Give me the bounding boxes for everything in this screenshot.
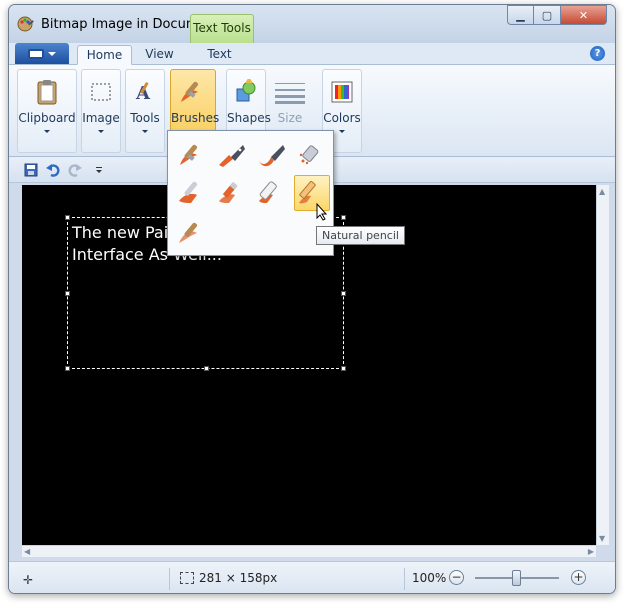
clipboard-icon [31, 76, 63, 108]
resize-handle[interactable] [341, 215, 346, 220]
save-icon [24, 163, 38, 177]
help-button[interactable]: ? [590, 46, 605, 61]
resize-handle[interactable] [65, 366, 70, 371]
brush-option-watercolor[interactable] [174, 215, 210, 251]
chevron-down-icon [98, 130, 104, 133]
maximize-button[interactable]: ▢ [534, 5, 561, 25]
vertical-scrollbar[interactable]: ▲ ▼ [596, 185, 609, 545]
brush-icon [177, 76, 209, 108]
redo-icon [68, 164, 82, 177]
canvas-text-line-1: The new Pai [72, 223, 169, 242]
brush-option-crayon[interactable] [214, 175, 250, 211]
chevron-down-icon [96, 167, 102, 173]
paint-menu-icon [28, 48, 44, 59]
status-bar: ✛ 281 × 158px 100% − + [9, 561, 615, 593]
chevron-down-icon [339, 130, 345, 133]
window-controls: ▁ ▢ ✕ [507, 5, 607, 25]
close-button[interactable]: ✕ [561, 5, 607, 25]
mouse-cursor-icon [316, 203, 328, 221]
undo-button[interactable] [45, 162, 61, 178]
selection-size: 281 × 158px [199, 571, 278, 585]
horizontal-scrollbar[interactable]: ◀ ▶ [22, 545, 596, 557]
cursor-position-icon: ✛ [23, 573, 34, 587]
zoom-slider-thumb[interactable] [512, 570, 521, 586]
calligraphy-pen-icon [259, 145, 285, 167]
brush-option-brush[interactable] [174, 137, 210, 173]
minimize-button[interactable]: ▁ [507, 5, 534, 25]
save-button[interactable] [23, 162, 39, 178]
image-label: Image [82, 111, 120, 125]
shapes-label: Shapes [227, 111, 271, 125]
clipboard-label: Clipboard [18, 111, 76, 125]
crayon-icon [219, 182, 238, 203]
brush-option-marker[interactable] [254, 175, 290, 211]
resize-handle[interactable] [341, 366, 346, 371]
chevron-down-icon [48, 51, 56, 56]
image-button[interactable]: Image [81, 69, 121, 153]
resize-handle[interactable] [341, 291, 346, 296]
resize-handle[interactable] [204, 366, 209, 371]
text-tool-icon: A [129, 76, 161, 108]
brushes-dropdown [167, 130, 334, 256]
watercolor-brush-icon [179, 222, 198, 243]
brush-option-calligraphy-2[interactable] [254, 137, 290, 173]
ribbon-tab-row: Home View Text ? [9, 43, 615, 65]
tools-label: Tools [130, 111, 160, 125]
resize-handle[interactable] [65, 215, 70, 220]
colors-label: Colors [323, 111, 361, 125]
tab-text[interactable]: Text [197, 45, 242, 65]
line-size-icon [274, 76, 306, 108]
marker-icon [259, 181, 277, 203]
title-bar: Bitmap Image in Docume... Text Tools ▁ ▢… [9, 5, 615, 43]
select-icon [85, 76, 117, 108]
brush-option-oil[interactable] [174, 175, 210, 211]
oil-brush-icon [179, 181, 198, 203]
paint-app-icon[interactable] [17, 15, 35, 33]
zoom-in-button[interactable]: + [571, 570, 586, 585]
customize-toolbar-button[interactable] [91, 162, 107, 178]
tab-view[interactable]: View [137, 45, 182, 65]
shapes-icon [230, 76, 262, 108]
chevron-down-icon [142, 130, 148, 133]
scroll-up-icon[interactable]: ▲ [599, 187, 605, 196]
chevron-down-icon [44, 130, 50, 133]
redo-button[interactable] [67, 162, 83, 178]
brush-option-calligraphy-1[interactable] [214, 137, 250, 173]
scroll-right-icon[interactable]: ▶ [588, 547, 594, 556]
brush-option-airbrush[interactable] [294, 137, 330, 173]
resize-handle[interactable] [65, 291, 70, 296]
selection-size-icon [180, 572, 194, 584]
text-tools-context-tab: Text Tools [190, 14, 254, 43]
scroll-left-icon[interactable]: ◀ [24, 547, 30, 556]
paint-menu-button[interactable] [15, 43, 69, 64]
scroll-down-icon[interactable]: ▼ [599, 534, 605, 543]
zoom-level: 100% [412, 571, 447, 585]
undo-icon [46, 164, 60, 177]
zoom-out-button[interactable]: − [449, 570, 464, 585]
tab-home[interactable]: Home [77, 45, 132, 65]
calligraphy-pen-icon [219, 145, 245, 167]
tools-button[interactable]: A Tools [125, 69, 165, 153]
airbrush-icon [299, 145, 319, 165]
brushes-label: Brushes [171, 111, 220, 125]
tooltip: Natural pencil [316, 226, 405, 245]
brush-icon [180, 144, 198, 165]
color-palette-icon [326, 76, 358, 108]
close-icon: ✕ [578, 8, 589, 22]
status-divider [404, 568, 405, 590]
minimize-icon: ▁ [516, 8, 525, 22]
status-divider [169, 568, 170, 590]
svg-text:A: A [135, 83, 151, 104]
maximize-icon: ▢ [541, 8, 553, 22]
clipboard-button[interactable]: Clipboard [17, 69, 77, 153]
size-label: Size [277, 111, 303, 125]
